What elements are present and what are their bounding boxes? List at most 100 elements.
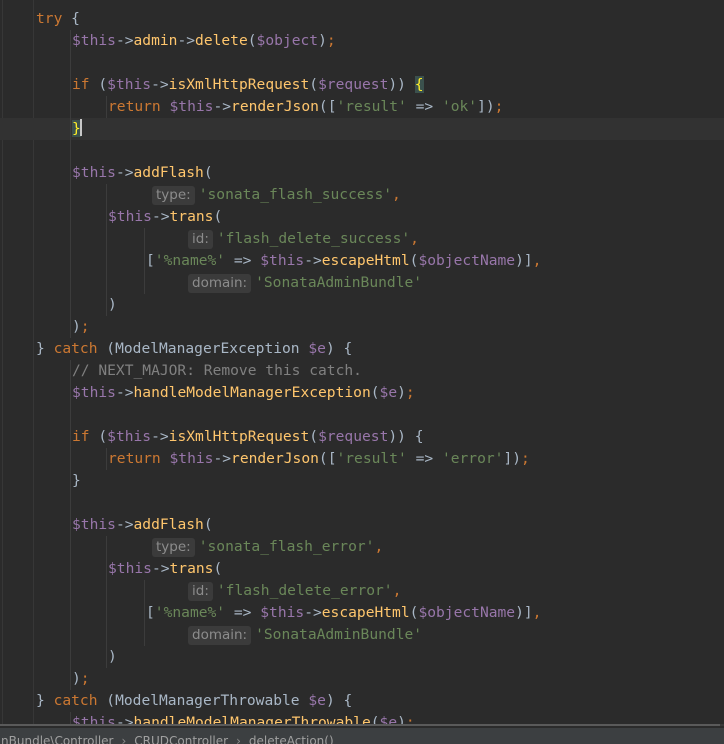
- text-caret: [79, 119, 82, 136]
- indent-guide: [70, 294, 71, 316]
- code-token: (: [203, 164, 213, 181]
- code-line[interactable]: $this->handleModelManagerException($e);: [0, 382, 724, 404]
- code-token: [: [146, 252, 155, 269]
- code-content: ['%name%' => $this->escapeHtml($objectNa…: [146, 602, 541, 624]
- code-line[interactable]: );: [0, 668, 724, 690]
- breadcrumb-item-method[interactable]: deleteAction(): [249, 734, 334, 744]
- indent-guide: [106, 580, 107, 602]
- breadcrumb-item-class[interactable]: CRUDController: [134, 734, 228, 744]
- code-line[interactable]: [0, 492, 724, 514]
- keyword-token: ;: [80, 670, 90, 687]
- code-line[interactable]: $this->admin->delete($object);: [0, 30, 724, 52]
- indent-guide: [144, 272, 145, 294]
- code-line[interactable]: [0, 140, 724, 162]
- parameter-hint: id:: [188, 230, 213, 249]
- function-token: admin: [133, 32, 178, 49]
- code-editor[interactable]: try {$this->admin->delete($object); if ($…: [0, 0, 724, 726]
- code-token: ]): [477, 98, 495, 115]
- comment-token: // NEXT_MAJOR: Remove this catch.: [72, 362, 362, 379]
- code-line[interactable]: $this->addFlash(: [0, 162, 724, 184]
- code-content: type:'sonata_flash_success',: [152, 184, 401, 206]
- code-token: ) {: [325, 692, 353, 709]
- string-token: 'sonata_flash_error': [198, 538, 375, 555]
- string-token: '%name%': [154, 604, 226, 621]
- keyword-token: try: [36, 10, 63, 27]
- code-content: domain: 'SonataAdminBundle': [188, 272, 422, 294]
- code-token: ->: [213, 98, 232, 115]
- keyword-token: ;: [521, 450, 530, 467]
- code-token: )]: [515, 252, 533, 269]
- variable-token: $this: [260, 252, 305, 269]
- code-line[interactable]: }: [0, 470, 724, 492]
- breadcrumb-separator: ›: [121, 734, 127, 744]
- variable-token: $this: [108, 208, 152, 225]
- indent-guide: [70, 184, 71, 206]
- code-content: } catch (ModelManagerThrowable $e) {: [36, 690, 352, 712]
- horizontal-scrollbar[interactable]: [0, 724, 724, 726]
- variable-token: $this: [72, 164, 116, 181]
- variable-token: $this: [169, 450, 214, 467]
- indent-guide: [70, 382, 71, 404]
- scrollbar-thumb[interactable]: [0, 724, 720, 726]
- code-content: // NEXT_MAJOR: Remove this catch.: [72, 360, 362, 382]
- indent-guide: [70, 52, 71, 74]
- code-token: (: [247, 32, 257, 49]
- code-token: =>: [225, 252, 261, 269]
- variable-token: $this: [108, 560, 152, 577]
- code-line[interactable]: domain: 'SonataAdminBundle': [0, 624, 724, 646]
- code-line[interactable]: ['%name%' => $this->escapeHtml($objectNa…: [0, 602, 724, 624]
- code-token: (ModelManagerException: [97, 340, 309, 357]
- string-token: 'SonataAdminBundle': [255, 274, 423, 291]
- code-line[interactable]: return $this->renderJson(['result' => 'o…: [0, 96, 724, 118]
- parameter-hint: id:: [188, 582, 213, 601]
- code-line[interactable]: ['%name%' => $this->escapeHtml($objectNa…: [0, 250, 724, 272]
- code-token: ->: [115, 164, 134, 181]
- indent-guide: [70, 316, 71, 338]
- function-token: addFlash: [133, 164, 204, 181]
- keyword-token: ;: [80, 318, 90, 335]
- indent-guide: [70, 646, 71, 668]
- code-token: ([: [318, 450, 337, 467]
- code-token: ): [318, 32, 327, 49]
- breadcrumb-item-namespace[interactable]: minBundle\Controller: [0, 734, 113, 744]
- code-line[interactable]: } catch (ModelManagerThrowable $e) {: [0, 690, 724, 712]
- code-line[interactable]: if ($this->isXmlHttpRequest($request)) {: [0, 74, 724, 96]
- code-line[interactable]: // NEXT_MAJOR: Remove this catch.: [0, 360, 724, 382]
- code-token: (: [203, 516, 213, 533]
- indent-guide: [70, 162, 71, 184]
- code-line[interactable]: $this->trans(: [0, 206, 724, 228]
- string-token: 'SonataAdminBundle': [255, 626, 423, 643]
- indent-guide: [144, 624, 145, 646]
- code-content: if ($this->isXmlHttpRequest($request)) {: [72, 74, 424, 96]
- code-line[interactable]: return $this->renderJson(['result' => 'e…: [0, 448, 724, 470]
- code-line[interactable]: if ($this->isXmlHttpRequest($request)) {: [0, 426, 724, 448]
- variable-token: $request: [318, 76, 389, 93]
- code-line[interactable]: id:'flash_delete_success',: [0, 228, 724, 250]
- code-token: [: [146, 604, 155, 621]
- code-line[interactable]: );: [0, 316, 724, 338]
- code-line[interactable]: id:'flash_delete_error',: [0, 580, 724, 602]
- indent-guide: [70, 668, 71, 690]
- keyword-token: if: [72, 428, 90, 445]
- code-line[interactable]: $this->trans(: [0, 558, 724, 580]
- code-line[interactable]: type:'sonata_flash_error',: [0, 536, 724, 558]
- code-content: $this->trans(: [108, 206, 222, 228]
- string-token: 'error': [441, 450, 504, 467]
- code-line[interactable]: type:'sonata_flash_success',: [0, 184, 724, 206]
- code-token: ([: [318, 98, 337, 115]
- code-line[interactable]: try {: [0, 8, 724, 30]
- code-line[interactable]: } catch (ModelManagerException $e) {: [0, 338, 724, 360]
- code-line[interactable]: }: [0, 118, 724, 140]
- code-line[interactable]: [0, 404, 724, 426]
- code-token: ->: [304, 252, 322, 269]
- code-line[interactable]: ): [0, 646, 724, 668]
- code-token: )): [388, 76, 415, 93]
- code-content: );: [72, 668, 90, 690]
- code-line[interactable]: [0, 52, 724, 74]
- code-line[interactable]: domain: 'SonataAdminBundle': [0, 272, 724, 294]
- code-token: (ModelManagerThrowable: [97, 692, 309, 709]
- variable-token: $object: [256, 32, 319, 49]
- code-line[interactable]: ): [0, 294, 724, 316]
- indent-guide: [70, 250, 71, 272]
- code-line[interactable]: $this->addFlash(: [0, 514, 724, 536]
